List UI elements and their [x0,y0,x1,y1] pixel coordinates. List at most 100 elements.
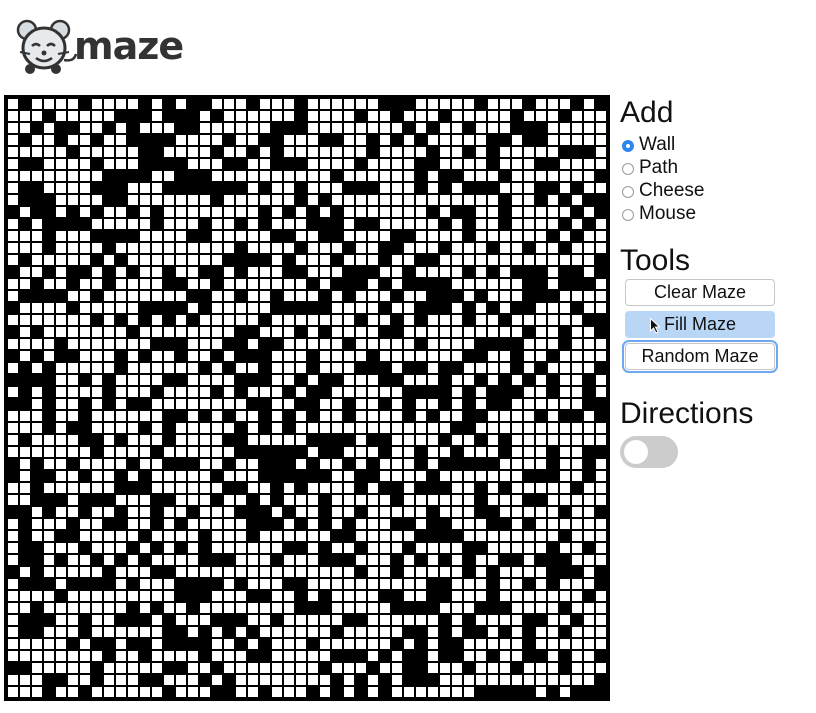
maze-cell[interactable] [476,447,486,457]
maze-cell[interactable] [212,231,222,241]
maze-cell[interactable] [56,543,66,553]
maze-cell[interactable] [536,459,546,469]
maze-cell[interactable] [116,411,126,421]
maze-cell[interactable] [20,303,30,313]
maze-cell[interactable] [368,111,378,121]
maze-cell[interactable] [560,363,570,373]
maze-cell[interactable] [584,327,594,337]
maze-cell[interactable] [344,627,354,637]
maze-cell[interactable] [176,555,186,565]
maze-cell[interactable] [8,447,18,457]
maze-cell[interactable] [260,567,270,577]
maze-cell[interactable] [248,639,258,649]
maze-cell[interactable] [152,423,162,433]
maze-cell[interactable] [476,159,486,169]
maze-cell[interactable] [8,639,18,649]
maze-cell[interactable] [176,327,186,337]
maze-cell[interactable] [8,255,18,265]
maze-cell[interactable] [500,123,510,133]
maze-cell[interactable] [332,663,342,673]
maze-cell[interactable] [92,339,102,349]
maze-cell[interactable] [368,627,378,637]
maze-cell[interactable] [92,279,102,289]
maze-cell[interactable] [236,687,246,697]
maze-cell[interactable] [368,243,378,253]
maze-cell[interactable] [308,327,318,337]
maze-cell[interactable] [92,195,102,205]
maze-cell[interactable] [368,327,378,337]
maze-cell[interactable] [512,279,522,289]
maze-cell[interactable] [56,687,66,697]
maze-cell[interactable] [92,99,102,109]
maze-cell[interactable] [572,387,582,397]
maze-cell[interactable] [176,231,186,241]
maze-cell[interactable] [404,447,414,457]
maze-cell[interactable] [320,531,330,541]
maze-cell[interactable] [392,387,402,397]
maze-cell[interactable] [224,423,234,433]
maze-cell[interactable] [8,579,18,589]
maze-cell[interactable] [80,111,90,121]
maze-cell[interactable] [284,603,294,613]
maze-cell[interactable] [260,627,270,637]
maze-cell[interactable] [332,183,342,193]
maze-cell[interactable] [32,675,42,685]
maze-cell[interactable] [596,339,606,349]
maze-cell[interactable] [308,579,318,589]
maze-cell[interactable] [32,99,42,109]
maze-cell[interactable] [308,543,318,553]
maze-cell[interactable] [68,339,78,349]
maze-cell[interactable] [596,531,606,541]
maze-cell[interactable] [560,255,570,265]
maze-cell[interactable] [284,519,294,529]
maze-cell[interactable] [212,567,222,577]
maze-cell[interactable] [308,243,318,253]
maze-cell[interactable] [404,435,414,445]
maze-cell[interactable] [584,99,594,109]
maze-cell[interactable] [200,687,210,697]
maze-cell[interactable] [212,531,222,541]
maze-cell[interactable] [212,399,222,409]
maze-cell[interactable] [68,363,78,373]
maze-cell[interactable] [308,651,318,661]
maze-cell[interactable] [392,675,402,685]
maze-cell[interactable] [140,663,150,673]
maze-cell[interactable] [104,627,114,637]
maze-cell[interactable] [428,495,438,505]
maze-cell[interactable] [44,339,54,349]
maze-cell[interactable] [308,495,318,505]
maze-cell[interactable] [176,507,186,517]
maze-cell[interactable] [80,243,90,253]
maze-cell[interactable] [548,339,558,349]
maze-cell[interactable] [320,315,330,325]
maze-cell[interactable] [596,375,606,385]
maze-cell[interactable] [296,651,306,661]
maze-cell[interactable] [176,447,186,457]
maze-cell[interactable] [56,579,66,589]
maze-cell[interactable] [104,555,114,565]
maze-cell[interactable] [140,243,150,253]
maze-cell[interactable] [320,639,330,649]
maze-cell[interactable] [92,423,102,433]
maze-cell[interactable] [596,519,606,529]
maze-cell[interactable] [488,351,498,361]
maze-cell[interactable] [152,243,162,253]
maze-cell[interactable] [248,135,258,145]
maze-cell[interactable] [116,675,126,685]
maze-cell[interactable] [464,447,474,457]
maze-cell[interactable] [176,315,186,325]
maze-cell[interactable] [80,555,90,565]
maze-cell[interactable] [356,327,366,337]
maze-cell[interactable] [572,363,582,373]
maze-cell[interactable] [488,315,498,325]
maze-cell[interactable] [416,351,426,361]
maze-cell[interactable] [380,411,390,421]
maze-cell[interactable] [416,195,426,205]
maze-cell[interactable] [56,663,66,673]
maze-cell[interactable] [380,135,390,145]
maze-cell[interactable] [140,507,150,517]
maze-cell[interactable] [464,603,474,613]
maze-cell[interactable] [80,195,90,205]
maze-cell[interactable] [104,531,114,541]
maze-cell[interactable] [200,519,210,529]
